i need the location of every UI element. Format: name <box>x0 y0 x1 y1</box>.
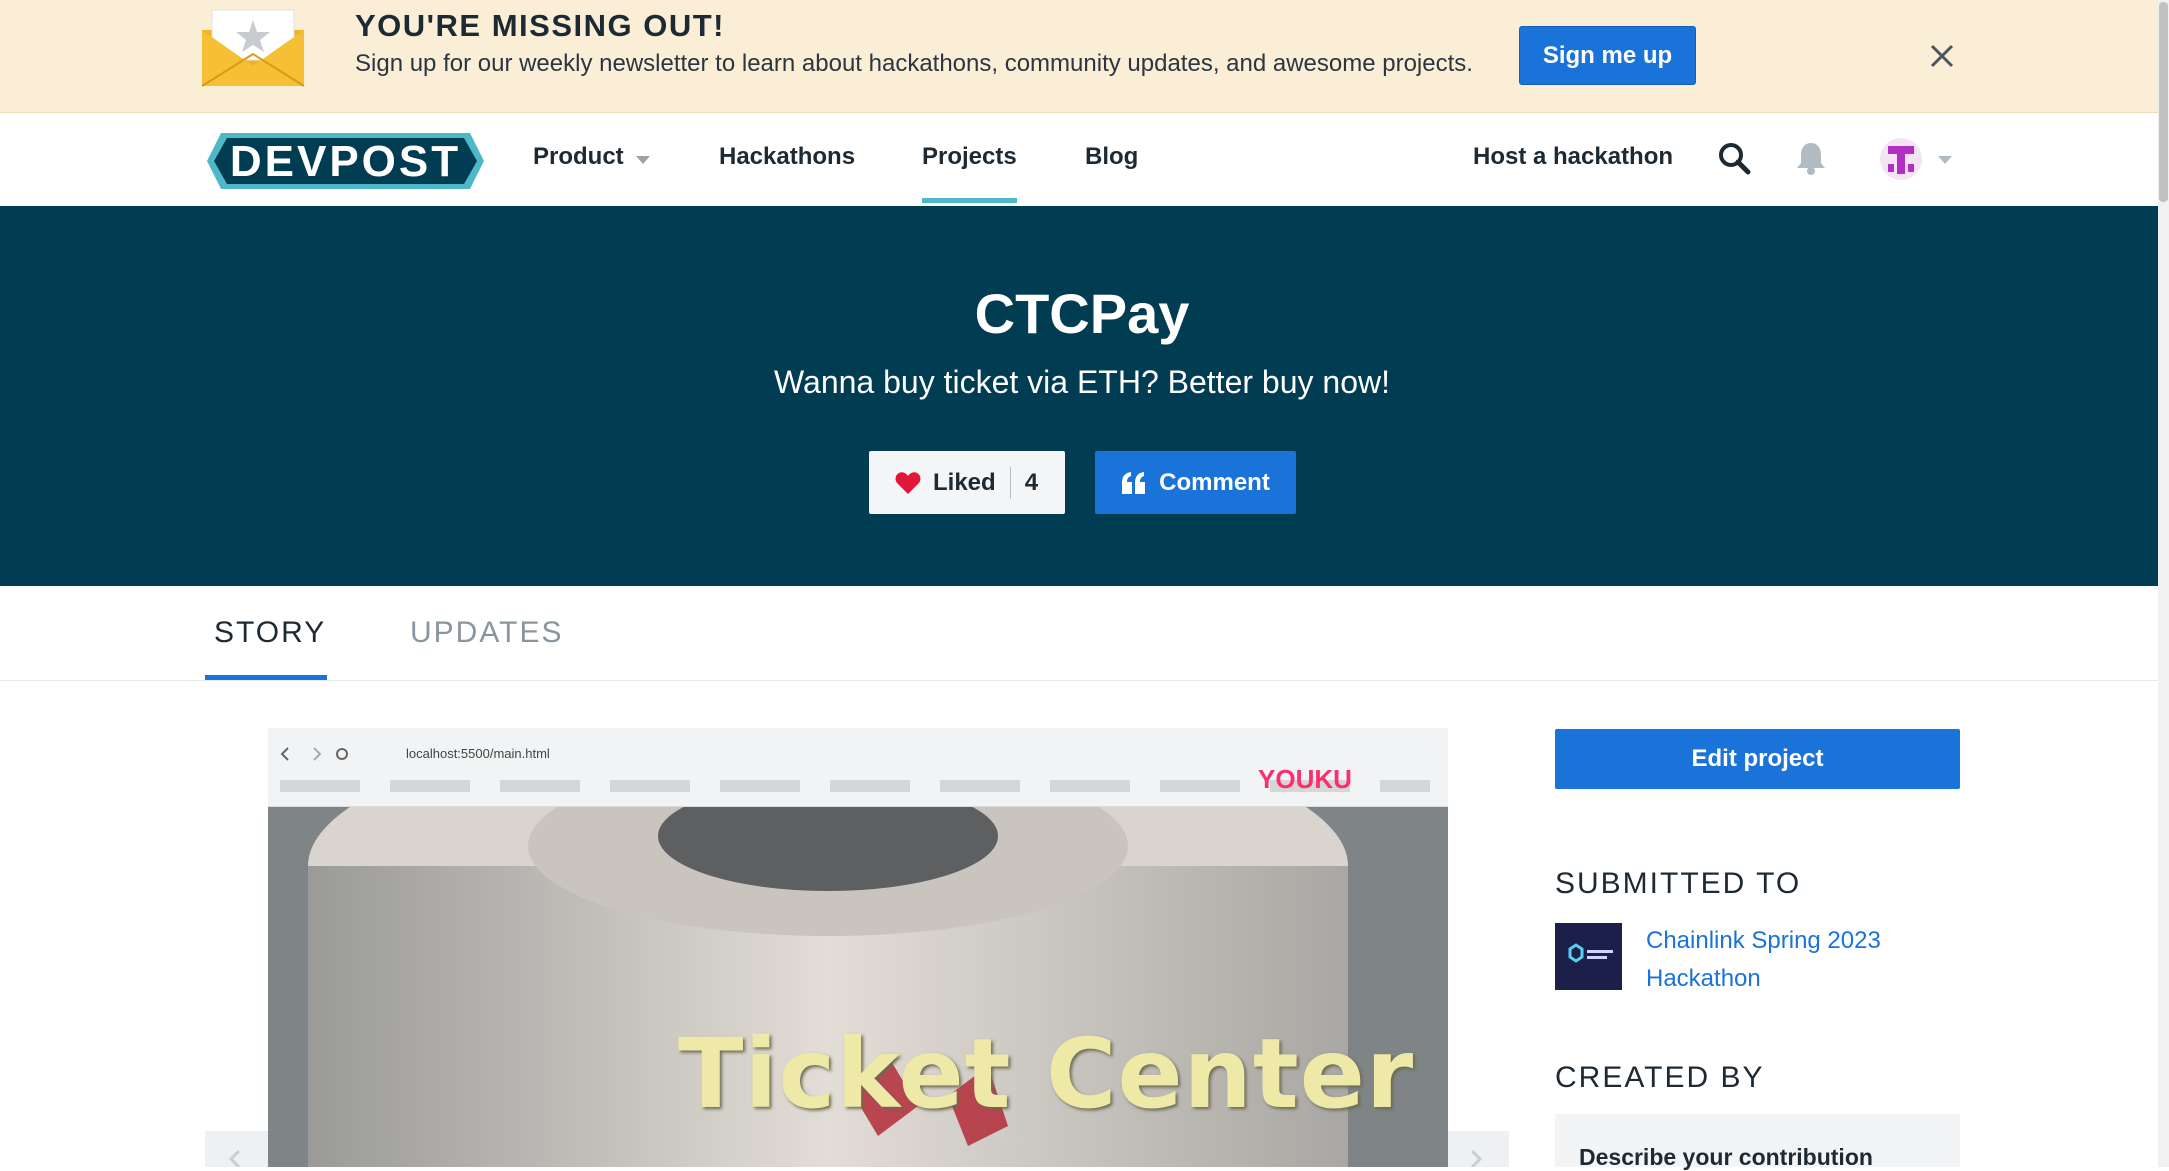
like-count: 4 <box>1024 468 1039 496</box>
tab-active-indicator <box>205 675 327 680</box>
browser-nav-icon <box>280 747 348 761</box>
avatar-pattern-icon <box>1888 146 1914 174</box>
browser-toolbar: localhost:5500/main.html YOUKU <box>268 728 1448 807</box>
submitted-to-heading: SUBMITTED TO <box>1555 867 1802 900</box>
search-icon[interactable] <box>1717 141 1751 175</box>
contribution-box[interactable]: Describe your contribution <box>1555 1114 1960 1170</box>
heart-icon <box>895 471 921 494</box>
bell-icon[interactable] <box>1795 140 1827 176</box>
tab-updates[interactable]: UPDATES <box>410 616 563 650</box>
hackathon-thumbnail[interactable] <box>1555 923 1622 990</box>
top-nav: DEVPOST Product Hackathons Projects Blog… <box>0 113 2158 206</box>
scrollbar-thumb[interactable] <box>2159 2 2168 202</box>
quote-icon <box>1122 471 1146 494</box>
created-by-heading: CREATED BY <box>1555 1061 1765 1094</box>
devpost-logo[interactable]: DEVPOST <box>207 133 484 189</box>
chevron-down-icon[interactable] <box>636 156 650 164</box>
host-hackathon-link[interactable]: Host a hackathon <box>1473 143 1673 171</box>
chevron-left-icon[interactable] <box>227 1149 243 1167</box>
youku-watermark: YOUKU <box>1258 764 1352 794</box>
like-button[interactable]: Liked 4 <box>869 451 1065 514</box>
chainlink-hexagon-icon <box>1568 943 1613 963</box>
nav-product[interactable]: Product <box>533 143 624 171</box>
project-hero: CTCPay Wanna buy ticket via ETH? Better … <box>0 206 2158 586</box>
tab-story[interactable]: STORY <box>214 616 326 650</box>
close-icon[interactable] <box>1928 42 1956 70</box>
comment-label: Comment <box>1159 468 1270 496</box>
sign-me-up-button[interactable]: Sign me up <box>1519 26 1696 85</box>
logo-text: DEVPOST <box>229 137 462 186</box>
avatar[interactable] <box>1880 138 1922 180</box>
like-divider <box>1009 466 1011 499</box>
project-tabs: STORY UPDATES <box>0 586 2158 681</box>
banner-title: YOU'RE MISSING OUT! <box>355 8 725 43</box>
chevron-right-icon[interactable] <box>1468 1149 1484 1167</box>
project-title: CTCPay <box>974 282 1190 345</box>
ticket-center-text: Ticket Center <box>678 1018 1415 1130</box>
like-label: Liked <box>933 468 996 496</box>
banner-subtitle: Sign up for our weekly newsletter to lea… <box>355 50 1473 77</box>
project-tagline: Wanna buy ticket via ETH? Better buy now… <box>774 364 1390 400</box>
nav-hackathons[interactable]: Hackathons <box>719 143 855 171</box>
project-video[interactable]: localhost:5500/main.html YOUKU Ticket Ce… <box>268 728 1448 1167</box>
newsletter-banner: YOU'RE MISSING OUT! Sign up for our week… <box>0 0 2158 113</box>
edit-project-button[interactable]: Edit project <box>1555 729 1960 789</box>
envelope-star-icon <box>201 9 305 87</box>
avatar-chevron-down-icon[interactable] <box>1938 156 1952 164</box>
url-text: localhost:5500/main.html <box>406 746 550 761</box>
nav-projects[interactable]: Projects <box>922 143 1017 203</box>
nav-blog[interactable]: Blog <box>1085 143 1138 171</box>
comment-button[interactable]: Comment <box>1095 451 1296 514</box>
hackathon-link[interactable]: Chainlink Spring 2023 Hackathon <box>1646 922 1946 998</box>
page-scrollbar[interactable] <box>2158 0 2169 1167</box>
